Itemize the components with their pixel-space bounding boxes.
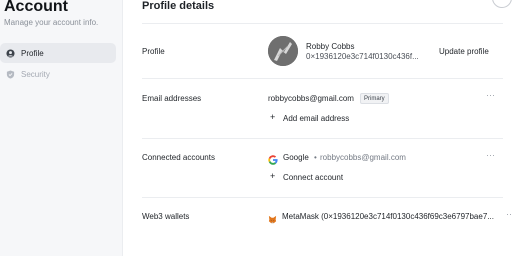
connected-section-label: Connected accounts <box>142 153 215 162</box>
metamask-icon <box>268 211 277 224</box>
connect-account-button[interactable]: Connect account <box>283 173 343 182</box>
sidebar-item-label: Profile <box>21 48 44 58</box>
primary-badge: Primary <box>360 93 389 104</box>
user-icon <box>5 48 15 58</box>
update-profile-button[interactable]: Update profile <box>439 47 489 56</box>
connected-account-email: robbycobbs@gmail.com <box>320 153 406 162</box>
email-address: robbycobbs@gmail.com <box>268 94 354 103</box>
email-more-options-icon[interactable]: ··· <box>486 90 495 100</box>
page-title: Profile details <box>142 0 215 12</box>
connected-more-options-icon[interactable]: ··· <box>486 150 495 160</box>
provider-name: Google <box>283 153 309 162</box>
google-icon <box>268 152 278 165</box>
sidebar-title: Account <box>4 0 68 15</box>
divider <box>142 23 503 24</box>
sidebar-item-label: Security <box>21 69 50 79</box>
profile-section-label: Profile <box>142 47 165 56</box>
profile-address: 0×1936120e3c714f0130c436f... <box>306 52 419 61</box>
main-content: Profile details Profile Robby Cobbs 0×19… <box>124 0 512 256</box>
wallet-more-options-icon[interactable]: ·· <box>506 209 512 219</box>
divider <box>142 78 503 79</box>
email-section-label: Email addresses <box>142 94 202 103</box>
add-email-button[interactable]: Add email address <box>283 114 349 123</box>
shield-icon <box>5 69 15 79</box>
divider <box>142 197 503 198</box>
plus-icon: + <box>270 112 276 122</box>
plus-icon: + <box>270 171 276 181</box>
bullet-separator: • <box>314 153 317 162</box>
metamask-wallet: MetaMask (0×1936120e3c714f0130c436f69c3e… <box>282 212 494 221</box>
sidebar-item-profile[interactable]: Profile <box>0 43 116 63</box>
close-button[interactable] <box>492 0 512 8</box>
sidebar: Account Manage your account info. Profil… <box>0 0 123 256</box>
profile-name: Robby Cobbs <box>306 42 355 51</box>
sidebar-item-security[interactable]: Security <box>0 64 116 84</box>
divider <box>142 138 503 139</box>
sidebar-subtitle: Manage your account info. <box>4 18 99 27</box>
avatar <box>268 36 298 66</box>
web3-section-label: Web3 wallets <box>142 212 190 221</box>
